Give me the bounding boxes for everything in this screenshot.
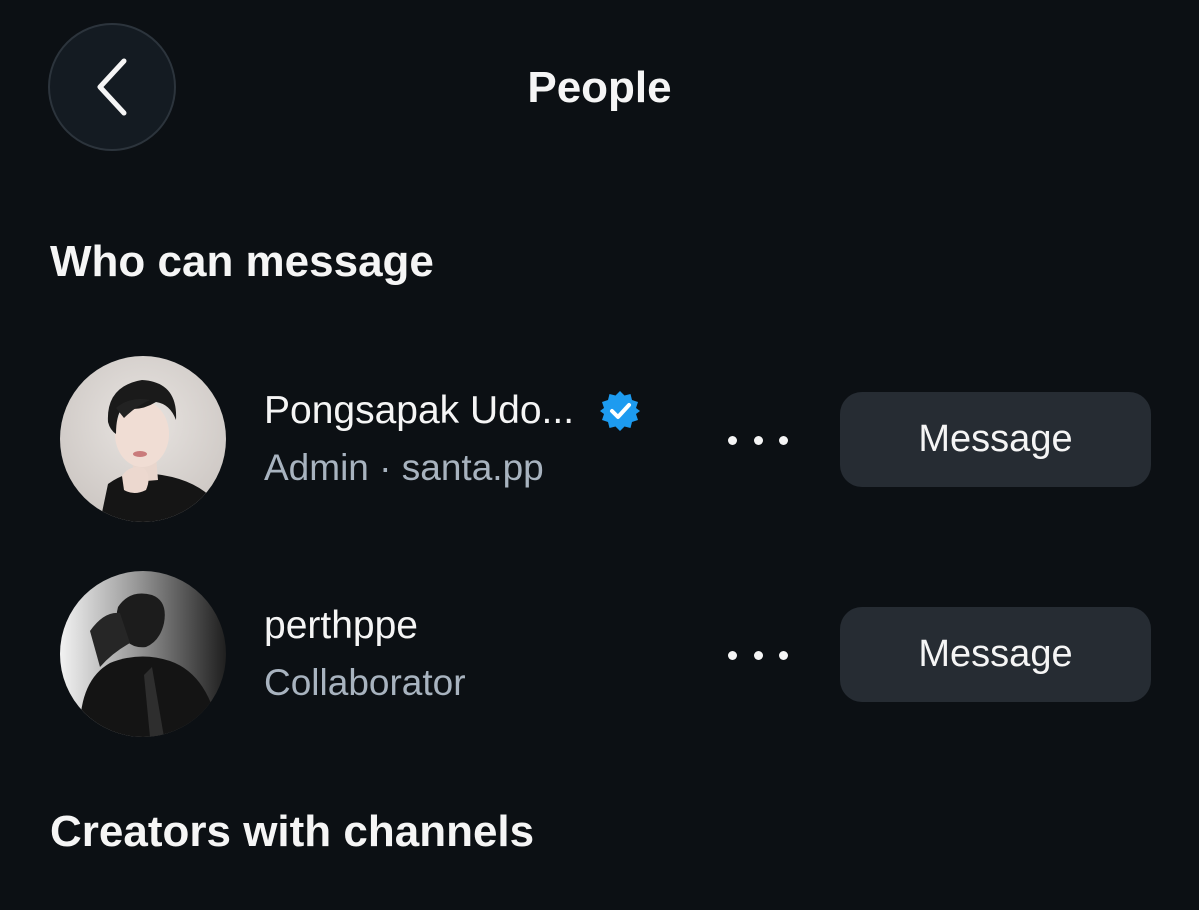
person-name: Pongsapak Udo... [264,389,575,432]
person-row: perthppe Collaborator Message [0,571,1199,741]
page-title: People [527,63,672,112]
profile-photo [60,571,226,737]
person-subtitle: Admin · santa.pp [264,446,544,490]
more-dots-icon [728,650,737,660]
more-options-button[interactable] [728,420,788,460]
person-row: Pongsapak Udo... Admin · santa.pp Messag… [0,356,1199,526]
separator-dot: · [379,447,392,488]
person-handle: santa.pp [401,447,544,488]
person-name: perthppe [264,604,418,647]
section-title-creators-with-channels: Creators with channels [50,807,535,856]
avatar[interactable] [60,571,226,737]
top-bar: People [0,0,1199,180]
verified-badge-icon [598,389,642,433]
profile-photo [60,356,226,522]
person-name-line: perthppe [264,603,418,649]
more-dots-icon [728,435,737,445]
avatar[interactable] [60,356,226,522]
message-button[interactable]: Message [840,607,1151,702]
person-name-line: Pongsapak Udo... [264,388,642,434]
section-title-who-can-message: Who can message [50,237,434,286]
person-subtitle: Collaborator [264,661,466,705]
more-options-button[interactable] [728,635,788,675]
message-button[interactable]: Message [840,392,1151,487]
person-role: Admin [264,447,369,488]
person-role: Collaborator [264,662,466,703]
